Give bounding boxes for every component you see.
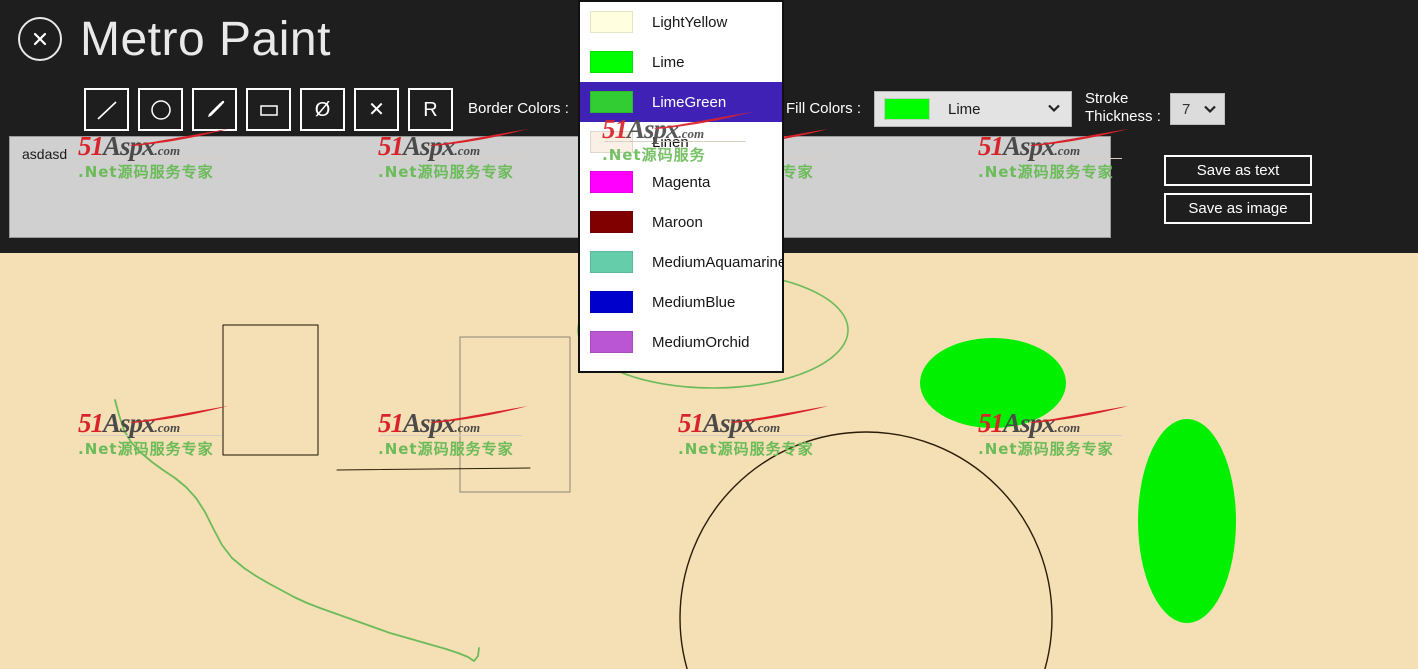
border-colors-label: Border Colors : [468,100,569,117]
border-colors-dropdown-list[interactable]: LightYellow Lime LimeGreen Linen Magenta Maro… [578,0,784,373]
shape-log-textarea[interactable]: asdasd [9,136,1111,238]
letter-r-icon: R [423,98,438,121]
color-swatch [590,251,633,273]
close-x-glyph [33,32,47,46]
save-as-image-button[interactable]: Save as image [1164,193,1312,224]
chevron-down-icon [1203,102,1217,121]
fill-colors-select[interactable]: Lime [874,91,1072,127]
clear-tool[interactable]: ✕ [354,88,399,131]
color-swatch [590,171,633,193]
stroke-thickness-label: Stroke Thickness : [1085,90,1161,125]
stroke-thickness-select[interactable]: 7 [1170,93,1225,125]
erase-tool[interactable]: Ø [300,88,345,131]
color-swatch [590,91,633,113]
color-name-label: LimeGreen [652,93,727,111]
freehand-green-stroke [114,399,480,662]
color-swatch [590,51,633,73]
color-swatch [590,131,633,153]
close-circle-icon[interactable] [18,17,62,61]
circle-black-outline [679,431,1053,669]
shape-log-value: asdasd [22,146,68,162]
reset-tool[interactable]: R [408,88,453,131]
color-name-label: Lime [652,53,685,71]
pencil-tool[interactable] [192,88,237,131]
dropdown-option-maroon[interactable]: Maroon [580,202,782,242]
dropdown-option-mediumorchid[interactable]: MediumOrchid [580,322,782,362]
line-horizontal [336,467,531,471]
dropdown-option-lime[interactable]: Lime [580,42,782,82]
chevron-down-icon [1047,101,1061,120]
color-name-label: LightYellow [652,13,728,31]
color-name-label: Linen [652,133,689,151]
pencil-icon [207,100,224,117]
color-name-label: MediumOrchid [652,333,750,351]
rectangle-icon [259,104,278,116]
color-swatch [590,331,633,353]
dropdown-option-linen[interactable]: Linen [580,122,782,162]
dropdown-option-lightyellow[interactable]: LightYellow [580,2,782,42]
rectangle-tool[interactable] [246,88,291,131]
ellipse-lime-filled-1 [920,338,1066,428]
rectangle-black-outline [222,324,319,456]
dropdown-option-mediumaquamarine[interactable]: MediumAquamarine [580,242,784,282]
save-as-text-button[interactable]: Save as text [1164,155,1312,186]
color-name-label: Magenta [652,173,711,191]
color-swatch [590,211,633,233]
slashed-circle-icon: Ø [314,98,331,121]
dropdown-option-mediumblue[interactable]: MediumBlue [580,282,782,322]
metro-paint-app: 51Aspx.com .Net源码服务专家 51Aspx.com .Net源码服务专家… [0,0,1418,669]
dropdown-option-magenta[interactable]: Magenta [580,162,782,202]
color-swatch [590,291,633,313]
color-name-label: MediumBlue [652,293,736,311]
circle-icon [150,99,171,120]
page-title: Metro Paint [80,13,331,66]
color-swatch [590,11,633,33]
color-name-label: MediumAquamarine [652,253,784,271]
line-tool[interactable] [84,88,129,131]
fill-colors-label: Fill Colors : [786,100,862,117]
x-icon: ✕ [368,98,385,121]
color-name-label: Maroon [652,213,703,231]
fill-color-swatch [884,98,930,120]
line-icon [96,100,117,120]
border-colors-option-list[interactable]: LightYellow Lime LimeGreen Linen Magenta Maro… [580,2,784,371]
dropdown-option-limegreen[interactable]: LimeGreen [580,82,782,122]
fill-color-value: Lime [948,100,981,118]
ellipse-lime-filled-2 [1138,419,1236,623]
stroke-thickness-value: 7 [1182,100,1191,118]
ellipse-tool[interactable] [138,88,183,131]
tool-button-group: Ø ✕ R [84,88,453,131]
